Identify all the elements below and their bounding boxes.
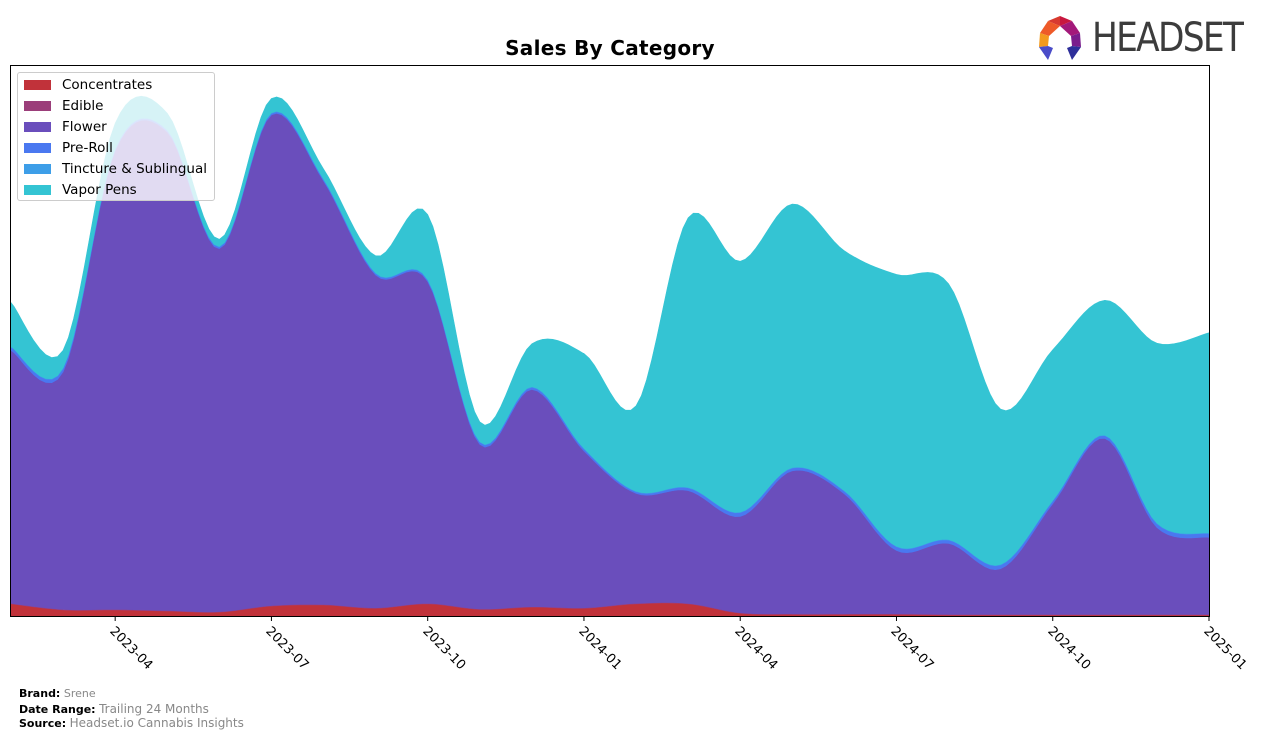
headset-logo-icon [1039,16,1081,60]
brand-value: Srene [63,687,96,700]
brand-label: Brand: [19,687,61,700]
date-range-label: Date Range: [19,703,96,716]
source-value: Headset.io Cannabis Insights [69,716,244,730]
legend-swatch [24,80,51,90]
headset-logo: HEADSET [1036,14,1267,62]
legend-label: Pre-Roll [62,140,113,156]
legend-swatch [24,185,51,195]
legend-item-flower: Flower [24,117,107,137]
legend-item-vapor-pens: Vapor Pens [24,180,137,200]
legend-item-tincture-sublingual: Tincture & Sublingual [24,159,207,179]
footer-source: Source: Headset.io Cannabis Insights [19,716,244,730]
legend-swatch [24,101,51,111]
legend-swatch [24,164,51,174]
chart-title: Sales By Category [505,36,715,60]
legend: Concentrates Edible Flower Pre-Roll Tincture… [17,72,215,201]
legend-swatch [24,143,51,153]
legend-label: Tincture & Sublingual [62,161,207,177]
legend-swatch [24,122,51,132]
footer-brand: Brand: Srene [19,687,96,700]
footer-date-range: Date Range: Trailing 24 Months [19,702,209,716]
legend-label: Concentrates [62,77,153,93]
legend-label: Edible [62,98,104,114]
legend-item-edible: Edible [24,96,103,116]
legend-label: Flower [62,119,107,135]
headset-logo-text: HEADSET [1092,15,1244,61]
date-range-value: Trailing 24 Months [99,702,209,716]
legend-item-pre-roll: Pre-Roll [24,138,113,158]
legend-item-concentrates: Concentrates [24,75,152,95]
legend-label: Vapor Pens [62,182,137,198]
source-label: Source: [19,717,67,730]
